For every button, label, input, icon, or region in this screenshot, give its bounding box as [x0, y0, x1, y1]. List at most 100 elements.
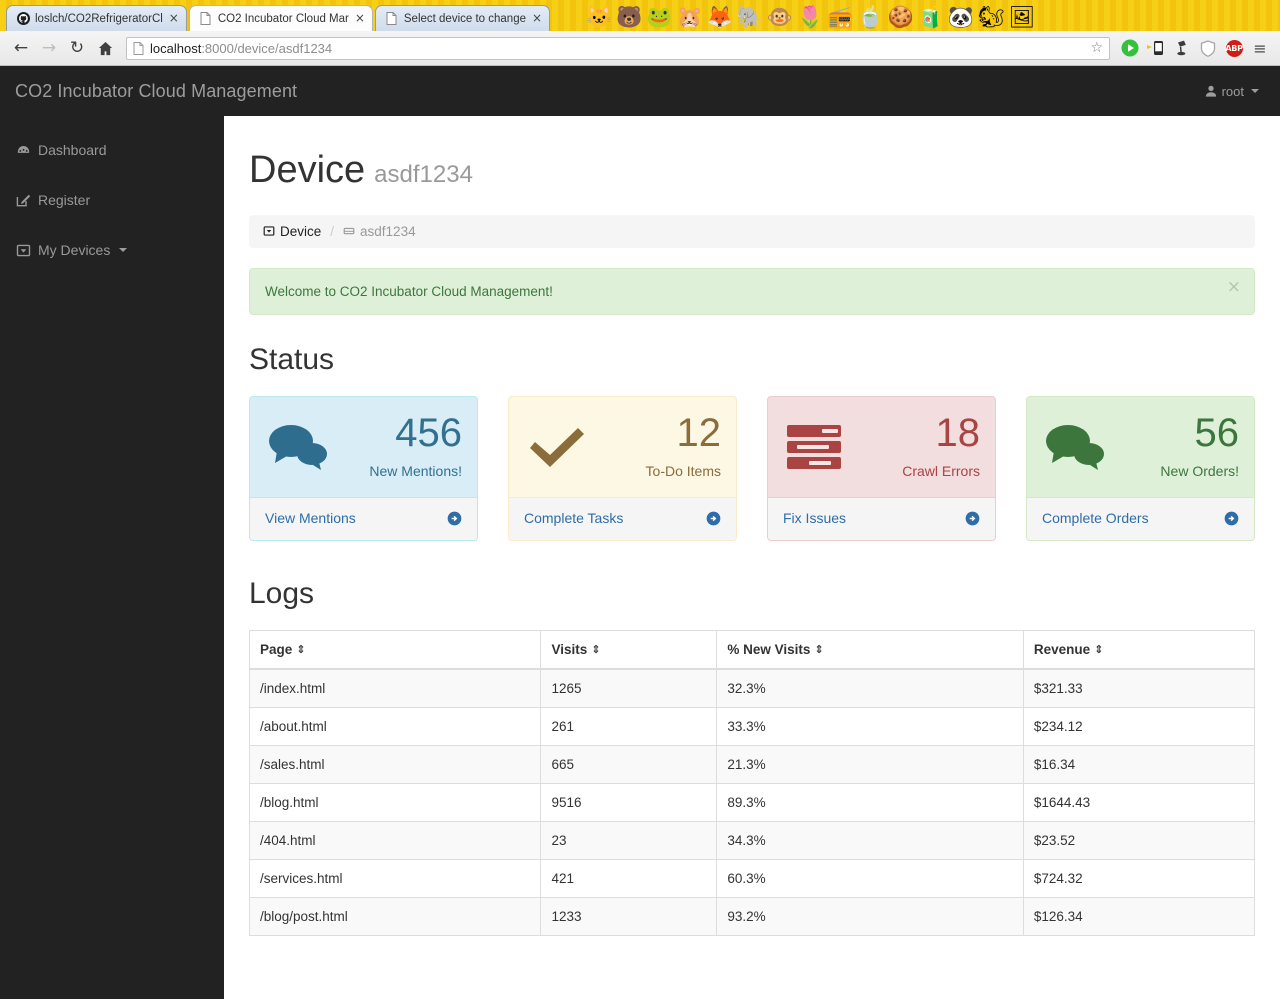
- table-row: /blog.html 9516 89.3% $1644.43: [249, 782, 1255, 822]
- mobile-phone-icon[interactable]: [1144, 35, 1168, 61]
- dashboard-icon: [16, 143, 31, 158]
- forward-icon[interactable]: →: [36, 35, 62, 61]
- user-menu[interactable]: root: [1199, 80, 1265, 103]
- close-icon[interactable]: ×: [354, 12, 366, 25]
- chevron-down-icon: [1251, 89, 1259, 93]
- column-header-visits[interactable]: Visits ⇕: [540, 630, 718, 670]
- comments-icon: [265, 421, 331, 473]
- user-icon: [1205, 85, 1217, 97]
- play-button-icon[interactable]: [1118, 35, 1142, 61]
- adblock-plus-icon[interactable]: ABP: [1222, 35, 1246, 61]
- user-name: root: [1221, 83, 1244, 99]
- top-navbar: CO2 Incubator Cloud Management root: [0, 66, 1280, 116]
- browser-chrome: 🐱🐻🐸🐹🦊🐘🐵🌷📻🍵🍪🧃🐼🐿🖼 loslch/CO2RefrigeratorCl…: [0, 0, 1280, 66]
- panel-footer[interactable]: View Mentions: [250, 497, 477, 540]
- cell-revenue: $321.33: [1023, 668, 1255, 708]
- panel-label: New Orders!: [1160, 463, 1239, 480]
- breadcrumb-item-device[interactable]: Device: [263, 224, 321, 239]
- cell-new-visits: 34.3%: [716, 820, 1024, 860]
- panel-heading: 56 New Orders!: [1027, 397, 1254, 497]
- circle-arrow-right-icon: [706, 509, 721, 526]
- status-panel-crawl-errors[interactable]: 18 Crawl Errors Fix Issues: [767, 395, 996, 541]
- lamp-icon[interactable]: [1170, 35, 1194, 61]
- brand-title[interactable]: CO2 Incubator Cloud Management: [15, 81, 297, 102]
- page-subtitle: asdf1234: [374, 161, 473, 188]
- breadcrumb-item-asdf1234: asdf1234: [343, 224, 416, 239]
- table-row: /blog/post.html 1233 93.2% $126.34: [249, 896, 1255, 936]
- url-host: localhost: [150, 40, 202, 56]
- home-icon[interactable]: [92, 35, 118, 61]
- hdd-icon: [16, 243, 31, 258]
- panel-footer-label: Fix Issues: [783, 510, 847, 527]
- browser-tab-3[interactable]: Select device to change ×: [374, 5, 550, 31]
- panel-footer[interactable]: Complete Tasks: [509, 497, 736, 540]
- bookmark-star-icon[interactable]: ☆: [1090, 40, 1103, 56]
- breadcrumb-label: asdf1234: [360, 223, 416, 239]
- panel-stat: 56 New Orders!: [1160, 411, 1239, 482]
- cell-new-visits: 32.3%: [716, 668, 1024, 708]
- welcome-alert: Welcome to CO2 Incubator Cloud Managemen…: [249, 267, 1255, 315]
- sidebar-item-label: Register: [38, 192, 91, 208]
- panel-footer[interactable]: Fix Issues: [768, 497, 995, 540]
- close-icon[interactable]: ×: [531, 12, 543, 25]
- cell-visits: 421: [540, 858, 718, 898]
- table-row: /sales.html 665 21.3% $16.34: [249, 744, 1255, 784]
- panel-footer[interactable]: Complete Orders: [1027, 497, 1254, 540]
- sidebar-item-my-devices[interactable]: My Devices: [0, 225, 224, 275]
- sort-icon: ⇕: [814, 642, 824, 656]
- inbox-icon: [343, 225, 355, 237]
- sort-icon: ⇕: [591, 642, 601, 656]
- application: CO2 Incubator Cloud Management root Dash…: [0, 66, 1280, 999]
- cell-visits: 23: [540, 820, 718, 860]
- status-panels: 456 New Mentions! View Mentions 12 To-Do…: [249, 395, 1255, 541]
- page-icon: [133, 41, 144, 55]
- panel-heading: 12 To-Do Items: [509, 397, 736, 497]
- cell-revenue: $23.52: [1023, 820, 1255, 860]
- cell-page: /blog/post.html: [249, 896, 542, 936]
- column-header-revenue[interactable]: Revenue ⇕: [1023, 630, 1255, 670]
- browser-tab-2[interactable]: CO2 Incubator Cloud Mar ×: [188, 5, 373, 31]
- back-icon[interactable]: ←: [8, 35, 34, 61]
- reload-icon[interactable]: ↻: [64, 35, 90, 61]
- comments-icon: [1042, 421, 1108, 473]
- cell-page: /services.html: [249, 858, 542, 898]
- column-label: Visits: [551, 641, 588, 657]
- cell-page: /about.html: [249, 706, 542, 746]
- close-icon[interactable]: ×: [1227, 278, 1241, 296]
- sidebar-item-register[interactable]: Register: [0, 175, 224, 225]
- status-panel-todo-items[interactable]: 12 To-Do Items Complete Tasks: [508, 395, 737, 541]
- column-header-page[interactable]: Page ⇕: [249, 630, 542, 670]
- panel-stat: 12 To-Do Items: [646, 411, 721, 482]
- circle-arrow-right-icon: [447, 509, 462, 526]
- table-header-row: Page ⇕ Visits ⇕ % New Visits ⇕ Revenue ⇕: [249, 630, 1255, 670]
- cell-revenue: $1644.43: [1023, 782, 1255, 822]
- address-bar[interactable]: localhost:8000/device/asdf1234 ☆: [126, 36, 1110, 60]
- pencil-square-icon: [16, 193, 31, 208]
- close-icon[interactable]: ×: [168, 12, 180, 25]
- browser-menu-icon[interactable]: ≡: [1248, 35, 1272, 61]
- status-panel-new-orders[interactable]: 56 New Orders! Complete Orders: [1026, 395, 1255, 541]
- sidebar-item-label: Dashboard: [38, 142, 107, 158]
- table-row: /services.html 421 60.3% $724.32: [249, 858, 1255, 898]
- status-panel-new-mentions[interactable]: 456 New Mentions! View Mentions: [249, 395, 478, 541]
- url-text: localhost:8000/device/asdf1234: [150, 41, 332, 56]
- column-header-new-visits[interactable]: % New Visits ⇕: [716, 630, 1024, 670]
- panel-stat: 18 Crawl Errors: [902, 411, 980, 482]
- panel-label: Crawl Errors: [902, 463, 980, 480]
- page-title: Device asdf1234: [249, 149, 1255, 192]
- github-icon: [16, 12, 30, 26]
- browser-tab-1[interactable]: loslch/CO2RefrigeratorCl ×: [6, 5, 187, 31]
- cell-visits: 9516: [540, 782, 718, 822]
- status-heading: Status: [249, 342, 335, 376]
- logs-table-body: /index.html 1265 32.3% $321.33 /about.ht…: [249, 668, 1255, 936]
- panel-footer-label: Complete Tasks: [524, 510, 624, 527]
- page-title-text: Device: [249, 149, 366, 191]
- panel-stat: 456 New Mentions!: [369, 411, 462, 482]
- cell-new-visits: 21.3%: [716, 744, 1024, 784]
- sidebar-item-dashboard[interactable]: Dashboard: [0, 125, 224, 175]
- browser-tabstrip: 🐱🐻🐸🐹🦊🐘🐵🌷📻🍵🍪🧃🐼🐿🖼 loslch/CO2RefrigeratorCl…: [0, 0, 1280, 31]
- logs-table: Page ⇕ Visits ⇕ % New Visits ⇕ Revenue ⇕ /in…: [249, 629, 1255, 936]
- sidebar: Dashboard Register My Devices: [0, 116, 224, 999]
- shield-icon[interactable]: [1196, 35, 1220, 61]
- cell-page: /sales.html: [249, 744, 542, 784]
